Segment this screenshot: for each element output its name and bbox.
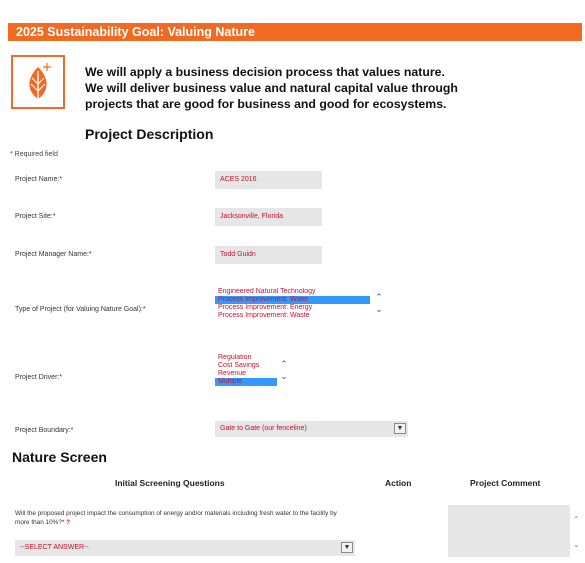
chevron-down-icon[interactable]: ⌄ [573, 539, 580, 550]
project-driver-option[interactable]: Cost Savings [215, 362, 277, 370]
screening-question-1: Will the proposed project impact the con… [15, 509, 350, 527]
project-name-label: Project Name:* [15, 176, 63, 183]
nature-screen-heading: Nature Screen [12, 449, 107, 465]
project-driver-option[interactable]: Revenue [215, 370, 277, 378]
intro-statement: We will apply a business decision proces… [85, 64, 565, 112]
col-header-questions: Initial Screening Questions [115, 478, 225, 488]
project-description-heading: Project Description [85, 126, 214, 142]
project-type-option[interactable]: Process Improvement: Waste [215, 312, 370, 320]
project-boundary-select[interactable]: Gate to Gate (our fenceline) ▼ [215, 421, 408, 437]
chevron-up-icon[interactable]: ⌃ [372, 291, 386, 303]
intro-line-1: We will apply a business decision proces… [85, 65, 445, 79]
project-type-option[interactable]: Process Improvement: Energy [215, 304, 370, 312]
chevron-down-icon[interactable]: ▼ [394, 423, 406, 434]
chevron-down-icon[interactable]: ⌄ [277, 370, 291, 382]
chevron-down-icon[interactable]: ⌄ [372, 303, 386, 315]
chevron-up-icon[interactable]: ⌃ [277, 358, 291, 370]
project-type-option[interactable]: Engineered Natural Technology [215, 288, 370, 296]
chevron-up-icon[interactable]: ⌃ [573, 514, 580, 525]
project-site-label: Project Site:* [15, 213, 56, 220]
question-text: Will the proposed project impact the con… [15, 510, 337, 526]
question-1-answer-select[interactable]: --SELECT ANSWER-- ▼ [15, 540, 355, 556]
intro-line-2: We will deliver business value and natur… [85, 81, 458, 95]
project-boundary-label: Project Boundary:* [15, 427, 74, 434]
goal-banner: 2025 Sustainability Goal: Valuing Nature [8, 23, 582, 41]
help-icon[interactable]: ? [66, 519, 70, 526]
intro-line-3: projects that are good for business and … [85, 97, 447, 111]
project-driver-scroll[interactable]: ⌃ ⌄ [277, 352, 291, 398]
project-type-scroll[interactable]: ⌃ ⌄ [372, 285, 386, 329]
chevron-down-icon[interactable]: ▼ [341, 542, 353, 553]
col-header-action: Action [385, 478, 412, 488]
project-manager-label: Project Manager Name:* [15, 251, 92, 258]
project-driver-option[interactable]: Multiple [215, 378, 277, 386]
col-header-comment: Project Comment [470, 478, 541, 488]
comment-scrollbar[interactable]: ⌃ ⌄ [573, 514, 580, 550]
question-1-answer-value: --SELECT ANSWER-- [20, 544, 89, 551]
project-site-input[interactable]: Jacksonville, Florida [215, 208, 322, 226]
project-driver-option[interactable]: Regulation [215, 354, 277, 362]
project-driver-listbox[interactable]: Regulation Cost Savings Revenue Multiple… [215, 352, 288, 398]
project-driver-label: Project Driver:* [15, 374, 63, 381]
project-boundary-value: Gate to Gate (our fenceline) [220, 425, 307, 432]
required-field-note: * Required field [10, 151, 58, 158]
project-name-input[interactable]: ACES 2016 [215, 171, 322, 189]
project-type-label: Type of Project (for Valuing Nature Goal… [15, 306, 146, 313]
project-comment-textarea[interactable] [448, 505, 570, 557]
leaf-icon [29, 63, 51, 101]
project-manager-input[interactable]: Todd Guidn [215, 246, 322, 264]
valuing-nature-logo [11, 55, 65, 109]
project-type-option[interactable]: Process Improvement: Water [215, 296, 370, 304]
project-type-listbox[interactable]: Engineered Natural Technology Process Im… [215, 285, 383, 329]
